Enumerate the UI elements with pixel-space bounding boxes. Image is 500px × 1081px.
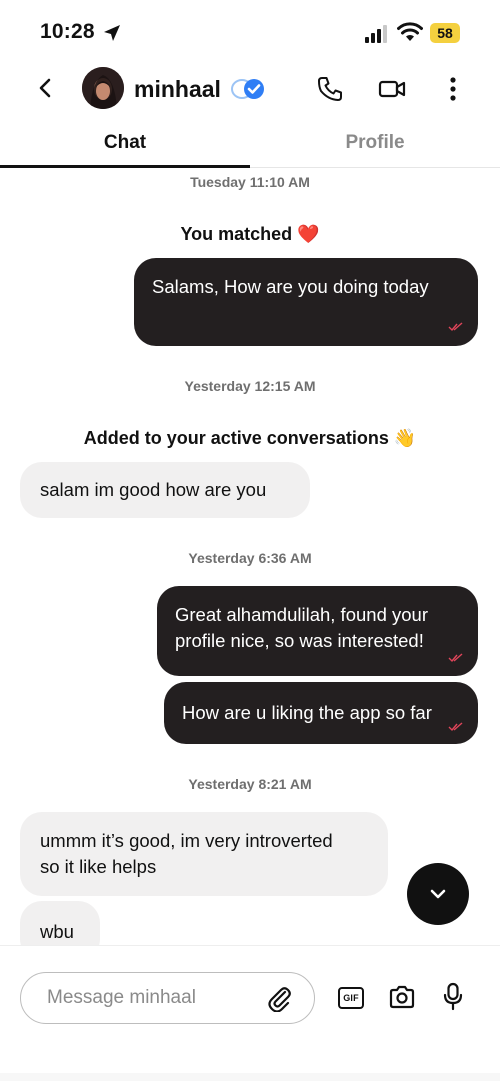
tab-profile[interactable]: Profile [250, 132, 500, 154]
verified-icon [231, 79, 264, 99]
tab-bar: Chat Profile [0, 122, 500, 168]
message-text: so it like helps [40, 856, 157, 877]
outgoing-message[interactable]: Salams, How are you doing today [134, 258, 478, 346]
gif-button[interactable]: GIF [338, 987, 364, 1009]
message-composer: GIF [0, 945, 500, 1081]
message-text: salam im good how are you [40, 479, 267, 500]
message-text: ummm it’s good, im very introverted [40, 830, 333, 851]
phone-icon[interactable] [316, 75, 344, 103]
signal-icon [365, 25, 387, 43]
read-receipt-icon [448, 722, 463, 732]
system-message: You matched ❤️ [180, 224, 320, 244]
incoming-message[interactable]: ummm it’s good, im very introverted so i… [20, 812, 388, 896]
outgoing-message[interactable]: How are u liking the app so far [164, 682, 478, 744]
system-message: Added to your active conversations 👋 [83, 428, 417, 448]
read-receipt-icon [448, 653, 463, 663]
contact-name[interactable]: minhaal [134, 76, 221, 103]
paperclip-icon[interactable] [265, 984, 293, 1012]
microphone-icon[interactable] [442, 982, 464, 1012]
message-text: wbu [40, 921, 74, 942]
back-icon[interactable] [34, 76, 58, 100]
home-indicator-area [0, 1073, 500, 1081]
status-time: 10:28 [40, 20, 95, 43]
camera-icon[interactable] [388, 984, 416, 1010]
timestamp: Yesterday 8:21 AM [188, 776, 312, 792]
timestamp: Tuesday 11:10 AM [190, 174, 310, 190]
read-receipt-icon [448, 322, 463, 332]
message-text: How are u liking the app so far [182, 702, 432, 723]
timestamp: Yesterday 6:36 AM [188, 550, 312, 566]
chevron-down-icon [430, 889, 446, 899]
video-icon[interactable] [378, 77, 406, 101]
timestamp: Yesterday 12:15 AM [184, 378, 316, 394]
avatar-image [82, 67, 124, 109]
location-arrow-icon [104, 25, 120, 41]
wifi-icon [397, 22, 423, 41]
incoming-message[interactable]: salam im good how are you [20, 462, 310, 518]
scroll-to-bottom-button[interactable] [407, 863, 469, 925]
outgoing-message[interactable]: Great alhamdulilah, found your profile n… [157, 586, 478, 676]
incoming-message[interactable]: wbu [20, 901, 100, 945]
message-text: profile nice, so was interested! [175, 630, 424, 651]
chat-header: minhaal [0, 62, 500, 120]
message-text: Salams, How are you doing today [152, 276, 429, 297]
avatar[interactable] [82, 67, 124, 109]
battery-indicator: 58 [430, 23, 460, 43]
tab-chat[interactable]: Chat [0, 132, 250, 154]
message-list[interactable]: Tuesday 11:10 AM You matched ❤️ Salams, … [0, 168, 500, 945]
status-bar: 10:28 58 [0, 0, 500, 62]
message-text: Great alhamdulilah, found your [175, 604, 428, 625]
more-vertical-icon[interactable] [442, 75, 464, 103]
